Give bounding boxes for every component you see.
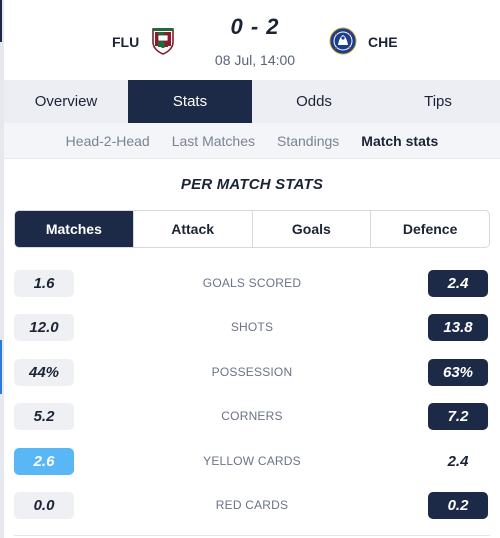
stat-row-possession: 44% POSSESSION 63%	[4, 355, 500, 399]
home-stat-value: 12.0	[14, 314, 74, 342]
sub-tabs: Head-2-Head Last Matches Standings Match…	[4, 123, 500, 159]
left-edge-marker-mid	[0, 340, 2, 394]
tab-tips[interactable]: Tips	[376, 80, 500, 123]
subtab-head-2-head[interactable]: Head-2-Head	[66, 133, 150, 149]
filter-attack[interactable]: Attack	[134, 211, 253, 247]
tab-overview[interactable]: Overview	[4, 80, 128, 123]
match-score: 0 - 2	[230, 14, 280, 39]
chelsea-crest-icon[interactable]	[329, 27, 357, 55]
away-stat-value: 63%	[428, 358, 488, 386]
away-stat-value: 0.2	[428, 491, 488, 519]
stats-filter-tabs: Matches Attack Goals Defence	[14, 210, 490, 248]
stat-label: CORNERS	[221, 409, 283, 424]
stat-row-yellow-cards: 2.6 YELLOW CARDS 2.4	[4, 444, 500, 488]
subtab-standings[interactable]: Standings	[277, 133, 339, 149]
stats-list: 1.6 GOALS SCORED 2.4 12.0 SHOTS 13.8 44%…	[4, 266, 500, 532]
home-stat-value: 2.6	[14, 447, 74, 475]
left-edge-marker-top	[0, 0, 2, 42]
subtab-last-matches[interactable]: Last Matches	[172, 133, 255, 149]
home-team-name[interactable]: FLU	[112, 34, 139, 50]
stat-label: SHOTS	[230, 320, 274, 335]
stat-label: POSSESSION	[211, 364, 293, 379]
kickoff-time: 08 Jul, 14:00	[214, 52, 296, 68]
away-stat-value: 7.2	[428, 403, 488, 431]
divider	[14, 535, 490, 536]
away-stat-value: 13.8	[428, 314, 488, 342]
stat-label: RED CARDS	[215, 497, 289, 512]
stat-row-shots: 12.0 SHOTS 13.8	[4, 310, 500, 354]
filter-goals[interactable]: Goals	[253, 211, 372, 247]
subtab-match-stats[interactable]: Match stats	[361, 133, 438, 149]
tab-odds[interactable]: Odds	[252, 80, 376, 123]
tab-stats[interactable]: Stats	[128, 80, 252, 123]
home-stat-value: 5.2	[14, 403, 74, 431]
home-stat-value: 44%	[14, 358, 74, 386]
filter-matches[interactable]: Matches	[15, 211, 134, 247]
home-stat-value: 0.0	[14, 491, 74, 519]
stat-row-red-cards: 0.0 RED CARDS 0.2	[4, 488, 500, 532]
away-stat-value: 2.4	[428, 270, 488, 297]
filter-defence[interactable]: Defence	[371, 211, 489, 247]
stat-row-goals-scored: 1.6 GOALS SCORED 2.4	[4, 266, 500, 310]
away-team-name[interactable]: CHE	[368, 34, 398, 50]
main-tabs: Overview Stats Odds Tips	[4, 80, 500, 123]
stat-row-corners: 5.2 CORNERS 7.2	[4, 399, 500, 443]
away-stat-value: 2.4	[447, 452, 469, 470]
fluminense-crest-icon[interactable]	[150, 27, 176, 55]
match-header: FLU 0 - 2 08 Jul, 14:00 CHE	[4, 0, 500, 80]
stat-label: GOALS SCORED	[202, 276, 302, 290]
home-stat-value: 1.6	[14, 270, 74, 297]
stat-label: YELLOW CARDS	[203, 453, 301, 468]
match-card: FLU 0 - 2 08 Jul, 14:00 CHE Overview Sta…	[4, 0, 500, 538]
section-title: PER MATCH STATS	[180, 176, 324, 193]
